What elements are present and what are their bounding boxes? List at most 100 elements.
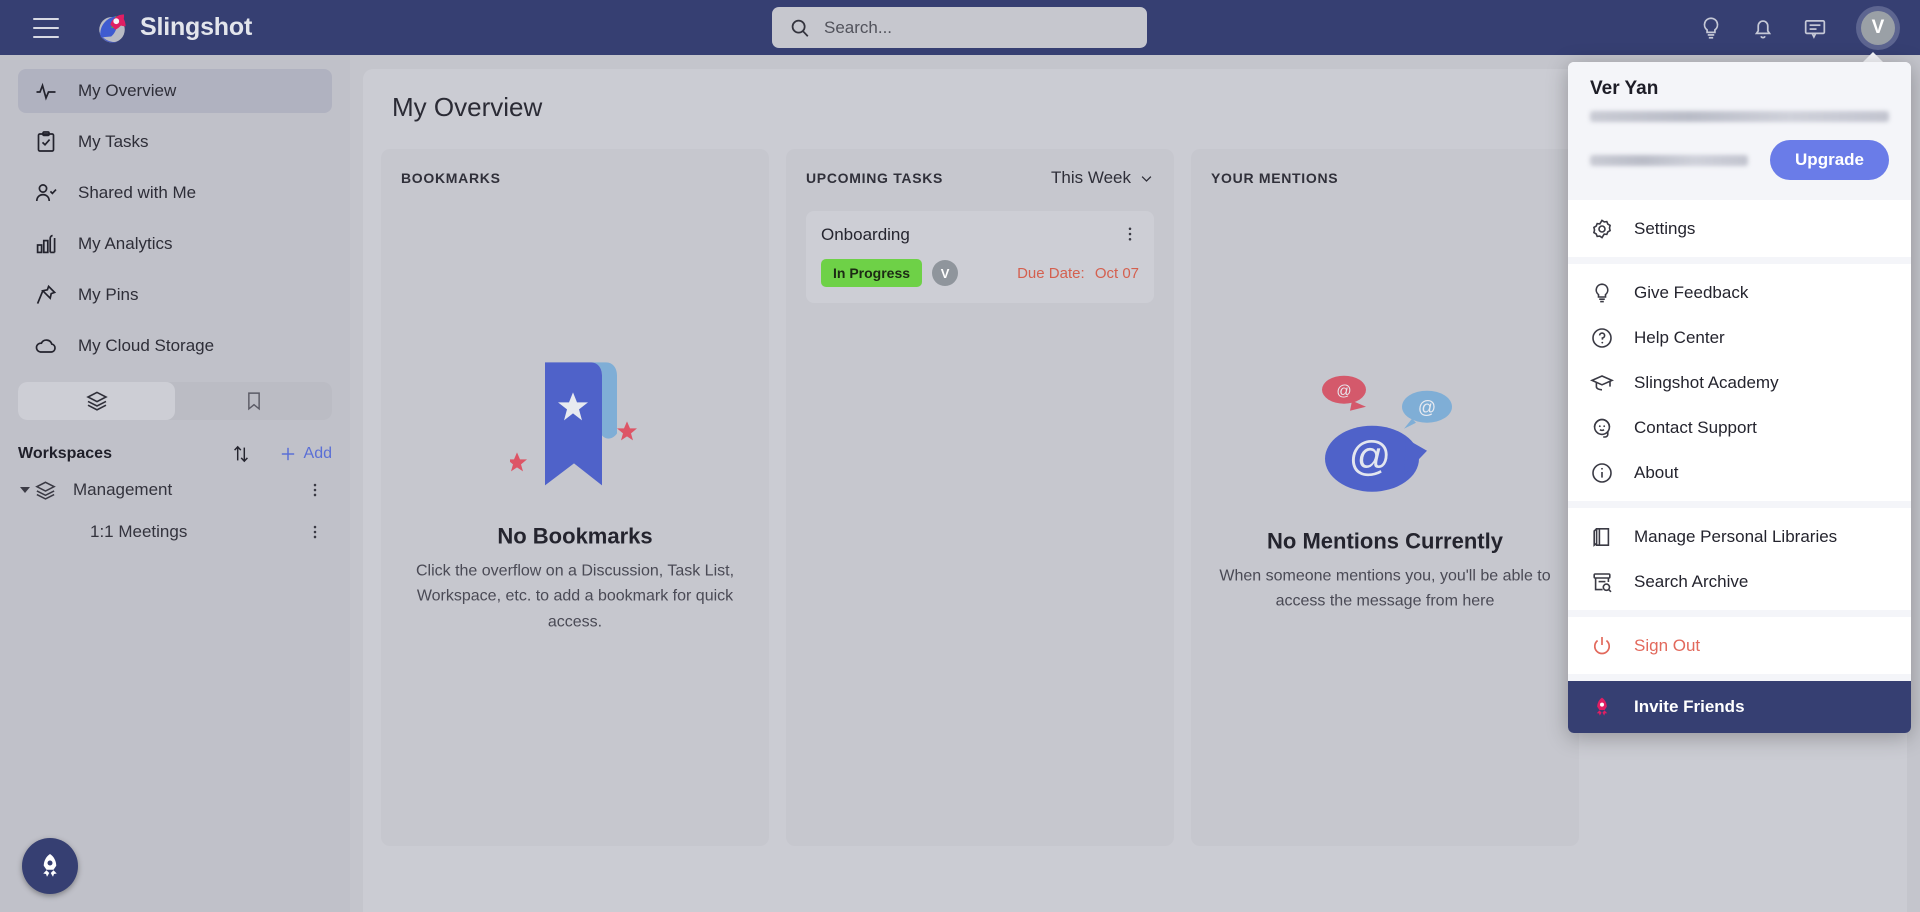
- search-input[interactable]: [824, 17, 1124, 38]
- upcoming-tasks-card-header: UPCOMING TASKS This Week: [806, 167, 1154, 189]
- graduation-icon: [1590, 374, 1614, 391]
- workspace-name: Management: [73, 480, 173, 499]
- power-icon: [1593, 636, 1611, 654]
- overflow-menu-icon[interactable]: [306, 481, 324, 499]
- menu-item-search-archive[interactable]: Search Archive: [1568, 559, 1911, 604]
- upcoming-tasks-filter[interactable]: This Week: [1051, 168, 1154, 188]
- sidebar-item-my-pins[interactable]: My Pins: [18, 273, 332, 317]
- add-workspace-button[interactable]: Add: [278, 444, 332, 464]
- profile-email-redacted: [1590, 111, 1889, 122]
- overflow-menu-icon[interactable]: [1121, 225, 1139, 243]
- bookmark-icon: [247, 392, 260, 411]
- pin-icon: [36, 284, 57, 304]
- gear-icon: [1592, 218, 1612, 239]
- menu-item-manage-personal-libraries[interactable]: Manage Personal Libraries: [1568, 514, 1911, 559]
- menu-item-about[interactable]: About: [1568, 450, 1911, 495]
- profile-trial-redacted: [1590, 154, 1749, 166]
- menu-separator: [1568, 610, 1911, 617]
- sidebar-item-my-cloud-storage[interactable]: My Cloud Storage: [18, 324, 332, 368]
- avatar-button[interactable]: V: [1856, 5, 1900, 50]
- bookmarks-card: BOOKMARKS No Bookmarks Click the overflo…: [381, 149, 769, 846]
- chart-icon: [36, 234, 56, 254]
- menu-item-invite-friends[interactable]: Invite Friends: [1568, 681, 1911, 733]
- menu-group-libraries: Manage Personal Libraries Search Archive: [1568, 508, 1911, 610]
- task-top: Onboarding: [821, 225, 1139, 245]
- menu-group-session: Sign Out: [1568, 617, 1911, 674]
- profile-header: Ver Yan Upgrade: [1568, 62, 1911, 200]
- layers-icon: [35, 480, 56, 500]
- slingshot-logo-icon: [99, 13, 126, 43]
- sidebar-item-label: My Tasks: [78, 132, 149, 151]
- sidebar-tab-switch: [18, 382, 332, 420]
- menu-item-label: About: [1634, 462, 1679, 482]
- workspaces-header: Workspaces Add: [18, 439, 332, 469]
- bookmarks-card-header: BOOKMARKS: [401, 167, 749, 189]
- book-icon: [1593, 527, 1610, 547]
- overflow-menu-icon[interactable]: [306, 523, 324, 541]
- sidebar-item-my-tasks[interactable]: My Tasks: [18, 120, 332, 164]
- shared-icon: [35, 184, 57, 202]
- menu-item-help-center[interactable]: Help Center: [1568, 315, 1911, 360]
- layers-icon: [85, 391, 108, 411]
- menu-item-label: Help Center: [1634, 327, 1725, 347]
- chevron-down-icon[interactable]: [20, 487, 30, 493]
- menu-separator: [1568, 501, 1911, 508]
- menu-item-sign-out[interactable]: Sign Out: [1568, 623, 1911, 668]
- upcoming-tasks-card: UPCOMING TASKS This Week Onboarding In P…: [786, 149, 1174, 846]
- top-bar-actions: V: [1698, 0, 1900, 55]
- chevron-down-icon: [1141, 175, 1152, 182]
- sidebar-item-shared-with-me[interactable]: Shared with Me: [18, 171, 332, 215]
- headset-icon: [1593, 418, 1611, 438]
- chat-icon[interactable]: [1802, 15, 1828, 41]
- bookmarks-card-title: BOOKMARKS: [401, 170, 501, 186]
- svg-text:@: @: [1418, 397, 1436, 417]
- lightbulb-icon[interactable]: [1698, 15, 1724, 41]
- task-name: Onboarding: [821, 225, 910, 244]
- menu-item-label: Manage Personal Libraries: [1634, 526, 1838, 546]
- menu-item-contact-support[interactable]: Contact Support: [1568, 405, 1911, 450]
- bookmark-illustration-icon: [510, 361, 637, 485]
- cloud-icon: [35, 339, 56, 353]
- bookmarks-empty-title: No Bookmarks: [497, 522, 653, 548]
- task-due-value: Oct 07: [1094, 264, 1139, 282]
- menu-item-slingshot-academy[interactable]: Slingshot Academy: [1568, 360, 1911, 405]
- mentions-card-header: YOUR MENTIONS: [1211, 167, 1559, 189]
- sort-icon[interactable]: [230, 443, 252, 465]
- sidebar-item-my-overview[interactable]: My Overview: [18, 69, 332, 113]
- menu-item-label: Invite Friends: [1634, 697, 1745, 716]
- pulse-icon: [36, 82, 56, 101]
- sidebar-item-label: Shared with Me: [78, 183, 197, 202]
- upcoming-tasks-card-title: UPCOMING TASKS: [806, 170, 944, 186]
- menu-separator: [1568, 674, 1911, 681]
- task-due-date: Due Date: Oct 07: [1017, 265, 1139, 282]
- profile-upgrade-row: Upgrade: [1590, 140, 1889, 180]
- menu-item-label: Give Feedback: [1634, 282, 1749, 302]
- bell-icon[interactable]: [1750, 15, 1776, 41]
- tab-bookmarks[interactable]: [175, 382, 332, 420]
- search-bar[interactable]: [772, 7, 1147, 48]
- sidebar: My Overview My Tasks Shared with Me My A…: [0, 55, 350, 912]
- rocket-fab-button[interactable]: [22, 838, 78, 894]
- sidebar-item-my-analytics[interactable]: My Analytics: [18, 222, 332, 266]
- menu-item-settings[interactable]: Settings: [1568, 206, 1911, 251]
- workspace-item-management[interactable]: Management: [0, 469, 350, 511]
- task-due-label: Due Date:: [1017, 264, 1085, 282]
- hamburger-icon[interactable]: [33, 17, 59, 38]
- menu-item-give-feedback[interactable]: Give Feedback: [1568, 270, 1911, 315]
- plus-icon: [281, 447, 294, 461]
- task-assignee-avatar: V: [932, 260, 959, 286]
- mentions-card-title: YOUR MENTIONS: [1211, 170, 1339, 186]
- bookmarks-empty-sub: Click the overflow on a Discussion, Task…: [415, 561, 735, 631]
- profile-dropdown-menu: Ver Yan Upgrade Settings Give Feedback H…: [1568, 62, 1911, 733]
- lightbulb-icon: [1595, 282, 1609, 302]
- workspace-item-1-1-meetings[interactable]: 1:1 Meetings: [0, 511, 350, 553]
- brand: Slingshot: [95, 11, 252, 45]
- status-badge: In Progress: [821, 259, 923, 287]
- menu-item-label: Slingshot Academy: [1634, 372, 1779, 392]
- question-icon: [1592, 327, 1612, 348]
- tab-workspaces[interactable]: [18, 382, 175, 420]
- upgrade-button[interactable]: Upgrade: [1770, 140, 1889, 180]
- task-row[interactable]: Onboarding In Progress V Due Date: Oct 0…: [806, 211, 1154, 303]
- sidebar-item-label: My Cloud Storage: [78, 336, 215, 355]
- rocket-icon: [43, 854, 57, 877]
